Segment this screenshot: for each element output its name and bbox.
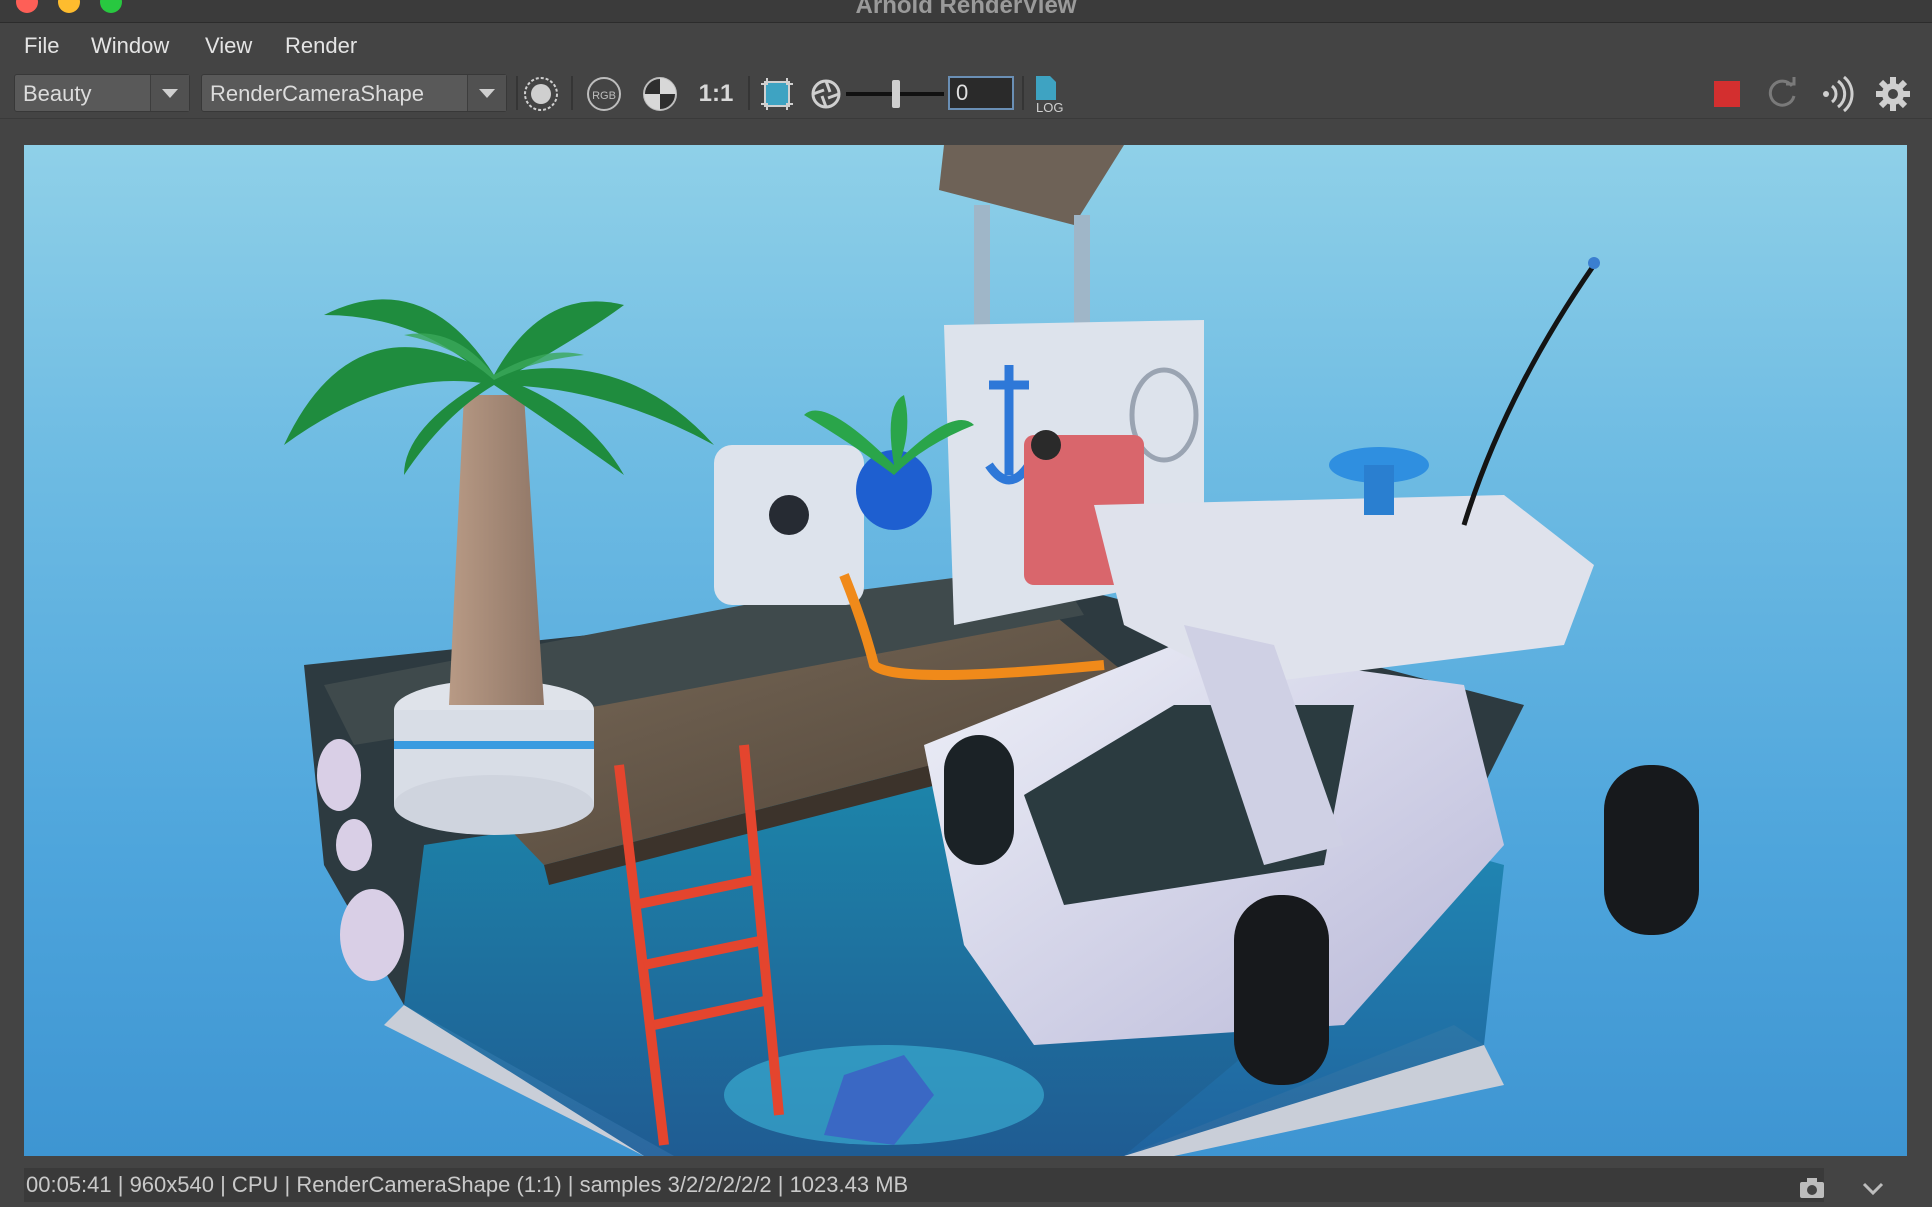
refresh-icon[interactable] [1762, 74, 1802, 114]
menu-render[interactable]: Render [285, 33, 357, 59]
render-viewport[interactable] [24, 145, 1907, 1156]
aperture-icon[interactable] [806, 74, 846, 114]
menu-view[interactable]: View [205, 33, 252, 59]
exposure-slider-handle[interactable] [892, 80, 900, 108]
render-status-text: 00:05:41 | 960x540 | CPU | RenderCameraS… [26, 1172, 909, 1197]
toolbar-divider [1022, 76, 1024, 110]
menu-window[interactable]: Window [91, 33, 169, 59]
ratio-1-1-button[interactable]: 1:1 [694, 74, 738, 114]
gear-icon[interactable] [1873, 74, 1913, 114]
toolbar-divider [571, 76, 573, 110]
status-bar: 00:05:41 | 960x540 | CPU | RenderCameraS… [24, 1168, 1824, 1202]
camera-dropdown[interactable]: RenderCameraShape [201, 74, 507, 112]
ratio-label: 1:1 [698, 80, 734, 107]
crop-region-icon[interactable] [757, 74, 797, 114]
rendered-scene-image [284, 145, 1699, 1156]
render-toolbar: Beauty RenderCameraShape RGB 1:1 LOG [0, 70, 1932, 119]
toolbar-divider [516, 76, 518, 110]
checker-alpha-icon[interactable] [640, 74, 680, 114]
toolbar-divider [748, 76, 750, 110]
log-file-icon[interactable]: LOG [1030, 74, 1074, 114]
camera-dropdown-value: RenderCameraShape [210, 81, 425, 106]
window-titlebar: Arnold RenderView [0, 0, 1932, 23]
exposure-input[interactable] [948, 76, 1014, 110]
chevron-down-icon [150, 75, 189, 111]
snapshot-icon[interactable] [1797, 1172, 1827, 1202]
svg-text:RGB: RGB [592, 90, 616, 102]
menu-file[interactable]: File [24, 33, 59, 59]
stop-icon[interactable] [1707, 74, 1747, 114]
rgb-channel-icon[interactable]: RGB [584, 74, 624, 114]
window-title: Arnold RenderView [855, 0, 1077, 19]
chevron-down-icon [467, 75, 506, 111]
display-circle-icon[interactable] [521, 74, 561, 114]
aov-dropdown-value: Beauty [23, 81, 92, 106]
menu-bar: File Window View Render [0, 23, 1932, 65]
aov-dropdown[interactable]: Beauty [14, 74, 190, 112]
broadcast-icon[interactable] [1816, 74, 1856, 114]
chevron-down-icon[interactable] [1858, 1172, 1888, 1202]
log-label: LOG [1036, 100, 1063, 114]
